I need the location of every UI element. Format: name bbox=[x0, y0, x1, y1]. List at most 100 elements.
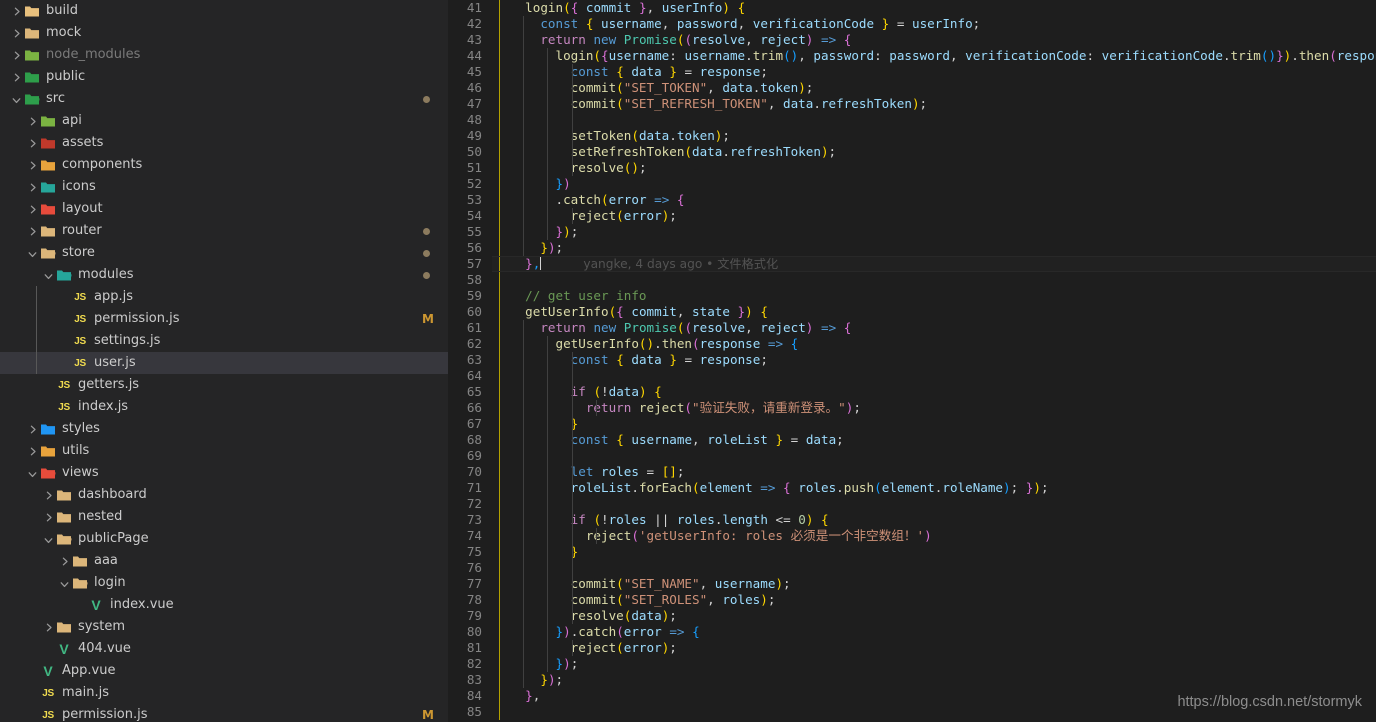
code-line[interactable]: 65 if (!data) { bbox=[448, 384, 1376, 400]
code-line[interactable]: 57 }, yangke, 4 days ago • 文件格式化 bbox=[448, 256, 1376, 272]
code-line[interactable]: 70 let roles = []; bbox=[448, 464, 1376, 480]
code-line[interactable]: 62 getUserInfo().then(response => { bbox=[448, 336, 1376, 352]
chevron-right-icon[interactable] bbox=[56, 550, 72, 572]
code-line[interactable]: 43 return new Promise((resolve, reject) … bbox=[448, 32, 1376, 48]
code-line[interactable]: 54 reject(error); bbox=[448, 208, 1376, 224]
code-line[interactable]: 49 setToken(data.token); bbox=[448, 128, 1376, 144]
code-line[interactable]: 73 if (!roles || roles.length <= 0) { bbox=[448, 512, 1376, 528]
tree-item-app-js[interactable]: JS app.js bbox=[0, 286, 448, 308]
code-line[interactable]: 71 roleList.forEach(element => { roles.p… bbox=[448, 480, 1376, 496]
code-line[interactable]: 42 const { username, password, verificat… bbox=[448, 16, 1376, 32]
tree-item-utils[interactable]: utils bbox=[0, 440, 448, 462]
chevron-right-icon[interactable] bbox=[8, 44, 24, 66]
file-tree[interactable]: build mock node_modules public src api a… bbox=[0, 0, 448, 722]
chevron-right-icon[interactable] bbox=[8, 66, 24, 88]
code-line[interactable]: 46 commit("SET_TOKEN", data.token); bbox=[448, 80, 1376, 96]
code-line[interactable]: 74 reject('getUserInfo: roles 必须是一个非空数组！… bbox=[448, 528, 1376, 544]
chevron-right-icon[interactable] bbox=[40, 484, 56, 506]
code-line[interactable]: 47 commit("SET_REFRESH_TOKEN", data.refr… bbox=[448, 96, 1376, 112]
code-line[interactable]: 63 const { data } = response; bbox=[448, 352, 1376, 368]
code-line[interactable]: 81 reject(error); bbox=[448, 640, 1376, 656]
code-editor[interactable]: 41 login({ commit }, userInfo) {42 const… bbox=[448, 0, 1376, 722]
chevron-right-icon[interactable] bbox=[40, 616, 56, 638]
chevron-right-icon[interactable] bbox=[24, 176, 40, 198]
tree-item-settings-js[interactable]: JS settings.js bbox=[0, 330, 448, 352]
code-line[interactable]: 67 } bbox=[448, 416, 1376, 432]
code-line[interactable]: 80 }).catch(error => { bbox=[448, 624, 1376, 640]
code-line[interactable]: 58 bbox=[448, 272, 1376, 288]
code-content[interactable]: 41 login({ commit }, userInfo) {42 const… bbox=[448, 0, 1376, 720]
tree-item-components[interactable]: components bbox=[0, 154, 448, 176]
tree-item-nested[interactable]: nested bbox=[0, 506, 448, 528]
code-line[interactable]: 66 return reject("验证失败，请重新登录。"); bbox=[448, 400, 1376, 416]
tree-item-permission-js[interactable]: JS permission.js M bbox=[0, 308, 448, 330]
chevron-right-icon[interactable] bbox=[24, 154, 40, 176]
tree-item-permission-js[interactable]: JS permission.js M bbox=[0, 704, 448, 722]
code-line[interactable]: 45 const { data } = response; bbox=[448, 64, 1376, 80]
code-line[interactable]: 50 setRefreshToken(data.refreshToken); bbox=[448, 144, 1376, 160]
tree-item-index-vue[interactable]: Vindex.vue bbox=[0, 594, 448, 616]
code-line[interactable]: 78 commit("SET_ROLES", roles); bbox=[448, 592, 1376, 608]
chevron-right-icon[interactable] bbox=[40, 506, 56, 528]
code-line[interactable]: 52 }) bbox=[448, 176, 1376, 192]
tree-item-user-js[interactable]: JS user.js bbox=[0, 352, 448, 374]
code-line[interactable]: 55 }); bbox=[448, 224, 1376, 240]
tree-item-api[interactable]: api bbox=[0, 110, 448, 132]
chevron-down-icon[interactable] bbox=[8, 88, 24, 110]
code-line[interactable]: 51 resolve(); bbox=[448, 160, 1376, 176]
code-line[interactable]: 61 return new Promise((resolve, reject) … bbox=[448, 320, 1376, 336]
chevron-right-icon[interactable] bbox=[24, 220, 40, 242]
code-line[interactable]: 69 bbox=[448, 448, 1376, 464]
tree-item-publicpage[interactable]: publicPage bbox=[0, 528, 448, 550]
tree-item-aaa[interactable]: aaa bbox=[0, 550, 448, 572]
chevron-right-icon[interactable] bbox=[24, 110, 40, 132]
tree-item-public[interactable]: public bbox=[0, 66, 448, 88]
tree-item-node-modules[interactable]: node_modules bbox=[0, 44, 448, 66]
tree-item-icons[interactable]: icons bbox=[0, 176, 448, 198]
tree-item-mock[interactable]: mock bbox=[0, 22, 448, 44]
chevron-right-icon[interactable] bbox=[8, 22, 24, 44]
code-line[interactable]: 76 bbox=[448, 560, 1376, 576]
chevron-right-icon[interactable] bbox=[24, 198, 40, 220]
file-explorer-sidebar[interactable]: build mock node_modules public src api a… bbox=[0, 0, 448, 722]
chevron-right-icon[interactable] bbox=[24, 418, 40, 440]
code-line[interactable]: 59 // get user info bbox=[448, 288, 1376, 304]
code-line[interactable]: 83 }); bbox=[448, 672, 1376, 688]
chevron-right-icon[interactable] bbox=[8, 0, 24, 22]
tree-item-assets[interactable]: assets bbox=[0, 132, 448, 154]
tree-item-app-vue[interactable]: V App.vue bbox=[0, 660, 448, 682]
code-line[interactable]: 82 }); bbox=[448, 656, 1376, 672]
tree-item-src[interactable]: src bbox=[0, 88, 448, 110]
code-line[interactable]: 44 login({username: username.trim(), pas… bbox=[448, 48, 1376, 64]
chevron-right-icon[interactable] bbox=[24, 440, 40, 462]
tree-item-main-js[interactable]: JS main.js bbox=[0, 682, 448, 704]
chevron-down-icon[interactable] bbox=[40, 264, 56, 286]
chevron-down-icon[interactable] bbox=[40, 528, 56, 550]
code-line[interactable]: 48 bbox=[448, 112, 1376, 128]
tree-item-views[interactable]: views bbox=[0, 462, 448, 484]
tree-item-store[interactable]: store bbox=[0, 242, 448, 264]
chevron-down-icon[interactable] bbox=[24, 242, 40, 264]
chevron-down-icon[interactable] bbox=[24, 462, 40, 484]
tree-item-build[interactable]: build bbox=[0, 0, 448, 22]
chevron-right-icon[interactable] bbox=[24, 132, 40, 154]
tree-item-modules[interactable]: modules bbox=[0, 264, 448, 286]
code-line[interactable]: 41 login({ commit }, userInfo) { bbox=[448, 0, 1376, 16]
tree-item-index-js[interactable]: JS index.js bbox=[0, 396, 448, 418]
tree-item-dashboard[interactable]: dashboard bbox=[0, 484, 448, 506]
code-line[interactable]: 77 commit("SET_NAME", username); bbox=[448, 576, 1376, 592]
tree-item-404-vue[interactable]: V 404.vue bbox=[0, 638, 448, 660]
code-line[interactable]: 72 bbox=[448, 496, 1376, 512]
tree-item-system[interactable]: system bbox=[0, 616, 448, 638]
tree-item-styles[interactable]: styles bbox=[0, 418, 448, 440]
code-line[interactable]: 79 resolve(data); bbox=[448, 608, 1376, 624]
code-line[interactable]: 75 } bbox=[448, 544, 1376, 560]
code-line[interactable]: 68 const { username, roleList } = data; bbox=[448, 432, 1376, 448]
chevron-down-icon[interactable] bbox=[56, 572, 72, 594]
code-line[interactable]: 53 .catch(error => { bbox=[448, 192, 1376, 208]
tree-item-router[interactable]: router bbox=[0, 220, 448, 242]
tree-item-layout[interactable]: layout bbox=[0, 198, 448, 220]
code-line[interactable]: 56 }); bbox=[448, 240, 1376, 256]
code-line[interactable]: 60 getUserInfo({ commit, state }) { bbox=[448, 304, 1376, 320]
tree-item-getters-js[interactable]: JS getters.js bbox=[0, 374, 448, 396]
